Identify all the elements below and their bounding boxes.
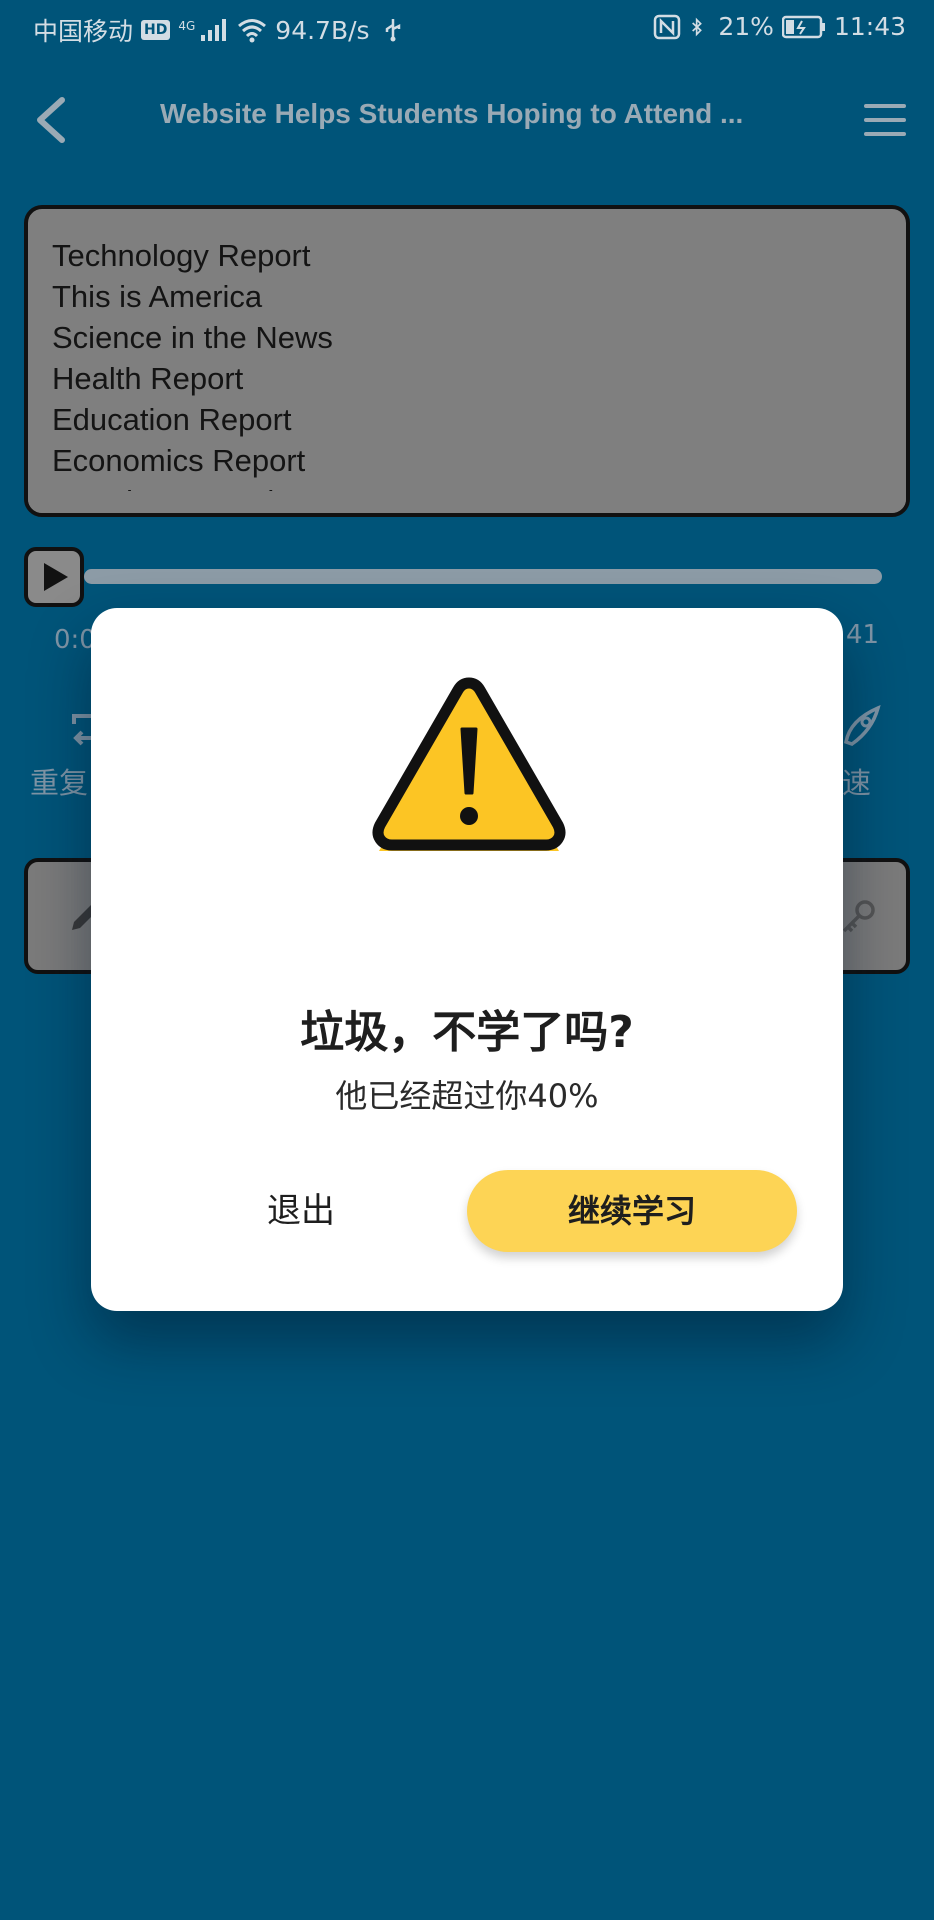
continue-learning-button[interactable]: 继续学习 [467,1170,797,1252]
warning-icon [372,677,566,851]
dialog-subtitle: 他已经超过你40% [335,1077,599,1115]
dialog-title: 垃圾，不学了吗? [300,1007,634,1058]
exit-button[interactable]: 退出 [211,1170,391,1252]
warning-dialog: 垃圾，不学了吗? 他已经超过你40% 退出 继续学习 [91,608,843,1311]
